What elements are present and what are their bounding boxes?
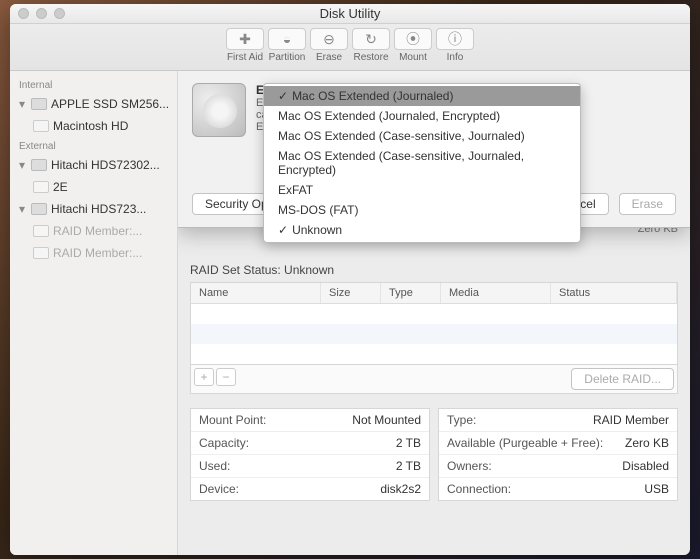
disk-icon — [31, 159, 47, 171]
traffic-lights — [18, 8, 65, 19]
zoom-icon[interactable] — [54, 8, 65, 19]
drive-icon — [192, 83, 246, 137]
raid-table-header: Name Size Type Media Status — [191, 283, 677, 304]
format-option[interactable]: ExFAT — [264, 180, 580, 200]
info-right: Type:RAID Member Available (Purgeable + … — [438, 408, 678, 501]
close-icon[interactable] — [18, 8, 29, 19]
sidebar-disk-apple-ssd[interactable]: ▾APPLE SSD SM256... — [10, 93, 177, 115]
raid-table: Name Size Type Media Status — [190, 282, 678, 365]
restore-icon: ↻ — [352, 28, 390, 50]
format-option[interactable]: MS-DOS (FAT) — [264, 200, 580, 220]
toolbar-info[interactable]: ⓘInfo — [435, 28, 475, 70]
window-title: Disk Utility — [10, 6, 690, 21]
sidebar-section-internal: Internal — [10, 76, 177, 93]
remove-button[interactable]: − — [216, 368, 236, 386]
check-icon: ✓ — [278, 223, 288, 237]
toolbar-partition[interactable]: ◒Partition — [267, 28, 307, 70]
info-icon: ⓘ — [436, 28, 474, 50]
table-row[interactable] — [191, 304, 677, 324]
info-left: Mount Point:Not Mounted Capacity:2 TB Us… — [190, 408, 430, 501]
minimize-icon[interactable] — [36, 8, 47, 19]
disk-icon — [31, 98, 47, 110]
sidebar-section-external: External — [10, 137, 177, 154]
check-icon: ✓ — [278, 89, 288, 103]
sidebar-vol-2e[interactable]: 2E — [10, 176, 177, 198]
main-pane: Free Zero KB E Er ca Er Name Format — [178, 71, 690, 555]
toolbar-mount[interactable]: ⦿Mount — [393, 28, 433, 70]
mount-icon: ⦿ — [394, 28, 432, 50]
sidebar-disk-hitachi-1[interactable]: ▾Hitachi HDS72302... — [10, 154, 177, 176]
disk-utility-window: Disk Utility ✚First Aid ◒Partition ⊖Eras… — [10, 4, 690, 555]
erase-sheet: E Er ca Er Name Format ✓Mac OS Extended … — [178, 71, 690, 228]
format-option[interactable]: ✓Mac OS Extended (Journaled) — [264, 86, 580, 106]
format-option-disabled: ✓Unknown — [264, 220, 580, 240]
disclosure-icon[interactable]: ▾ — [19, 97, 27, 111]
sidebar-vol-macintosh-hd[interactable]: Macintosh HD — [10, 115, 177, 137]
disclosure-icon[interactable]: ▾ — [19, 202, 27, 216]
add-button[interactable]: + — [194, 368, 214, 386]
raid-status-label: RAID Set Status: Unknown — [190, 263, 678, 277]
toolbar-first-aid[interactable]: ✚First Aid — [225, 28, 265, 70]
disclosure-icon[interactable]: ▾ — [19, 158, 27, 172]
sidebar-vol-raid-member-1[interactable]: RAID Member:... — [10, 220, 177, 242]
volume-icon — [33, 225, 49, 237]
delete-raid-button[interactable]: Delete RAID... — [571, 368, 674, 390]
format-option[interactable]: Mac OS Extended (Journaled, Encrypted) — [264, 106, 580, 126]
volume-icon — [33, 120, 49, 132]
toolbar: ✚First Aid ◒Partition ⊖Erase ↻Restore ⦿M… — [10, 24, 690, 71]
sidebar-disk-hitachi-2[interactable]: ▾Hitachi HDS723... — [10, 198, 177, 220]
sidebar: Internal ▾APPLE SSD SM256... Macintosh H… — [10, 71, 178, 555]
partition-icon: ◒ — [268, 28, 306, 50]
disk-icon — [31, 203, 47, 215]
volume-icon — [33, 181, 49, 193]
raid-table-body — [191, 304, 677, 364]
table-row[interactable] — [191, 344, 677, 364]
erase-icon: ⊖ — [310, 28, 348, 50]
volume-icon — [33, 247, 49, 259]
first-aid-icon: ✚ — [226, 28, 264, 50]
format-option[interactable]: Mac OS Extended (Case-sensitive, Journal… — [264, 126, 580, 146]
sidebar-vol-raid-member-2[interactable]: RAID Member:... — [10, 242, 177, 264]
toolbar-erase[interactable]: ⊖Erase — [309, 28, 349, 70]
table-row[interactable] — [191, 324, 677, 344]
format-option[interactable]: Mac OS Extended (Case-sensitive, Journal… — [264, 146, 580, 180]
toolbar-restore[interactable]: ↻Restore — [351, 28, 391, 70]
titlebar[interactable]: Disk Utility — [10, 4, 690, 24]
erase-button[interactable]: Erase — [619, 193, 676, 215]
format-dropdown[interactable]: ✓Mac OS Extended (Journaled) Mac OS Exte… — [263, 83, 581, 243]
